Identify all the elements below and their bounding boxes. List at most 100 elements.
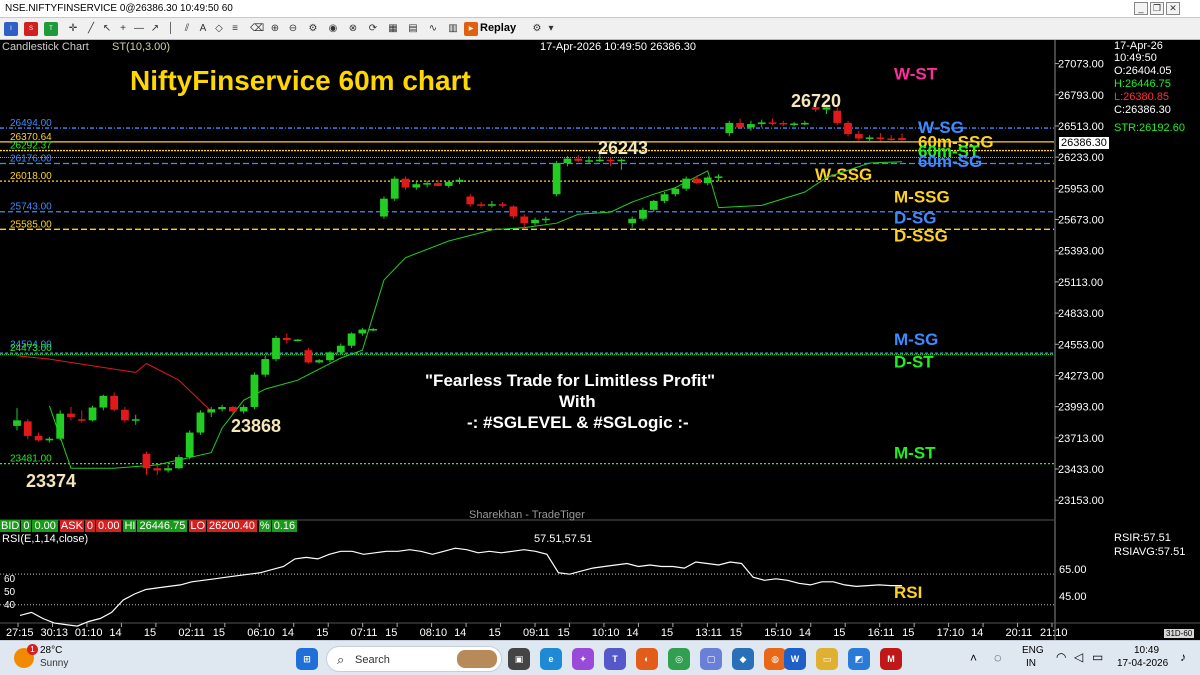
copilot-icon[interactable]: ✦ [572, 648, 594, 670]
level-label-d-ssg: D-SSG [894, 226, 948, 245]
app-icon-4[interactable]: ◩ [848, 648, 870, 670]
tray-app-icon[interactable]: ◌ [994, 650, 1002, 665]
x-tick-label: 15 [385, 627, 397, 639]
weather-badge: 1 [27, 644, 38, 655]
candle-body [293, 339, 302, 342]
line-tool-icon[interactable]: ╱ [84, 22, 98, 36]
ray-icon[interactable]: ↗ [148, 22, 162, 36]
candle-body [99, 395, 108, 408]
candle-body [649, 200, 658, 210]
lang-region[interactable]: IN [1026, 658, 1036, 669]
chrome-icon[interactable]: ◎ [668, 648, 690, 670]
chart-area[interactable]: 27073.00 26793.00 26513.00 26233.00 25953.00… [0, 40, 1200, 640]
fib-icon[interactable]: ≡ [228, 22, 242, 36]
y-tick-label: 25673.00 [1058, 215, 1104, 227]
candle-body [228, 406, 237, 412]
rsi-annotation: RSI [894, 583, 923, 602]
clock-date[interactable]: 17-04-2026 [1117, 658, 1168, 669]
app-icon-1[interactable]: ▢ [700, 648, 722, 670]
shape-icon[interactable]: ◇ [212, 22, 226, 36]
notification-bell-icon[interactable]: ♪ [1180, 650, 1186, 664]
last-price-tag: 26386.30 [1059, 137, 1109, 149]
minimize-icon[interactable]: _ [1134, 2, 1148, 15]
x-tick-label: 02:11 [178, 627, 205, 639]
bid-ask-strip: BID 0 0.00 ASK 0 0.00 HI 26446.75 LO 26200.40% 0.1… [0, 520, 298, 533]
level-label-m-st: M-ST [894, 444, 936, 463]
weather-desc: Sunny [40, 658, 69, 669]
candle-body [498, 204, 507, 206]
intraday-icon[interactable]: I [4, 22, 18, 36]
lock-icon[interactable]: ⊗ [346, 22, 360, 36]
level-label-60m-sg: 60m-SG [918, 152, 982, 171]
task-view-icon[interactable]: ▣ [508, 648, 530, 670]
ohlc-close: C:26386.30 [1114, 104, 1171, 116]
close-icon[interactable]: ✕ [1166, 2, 1180, 15]
word-icon[interactable]: W [784, 648, 806, 670]
gear-icon[interactable]: ⚙ [530, 22, 544, 36]
search-box[interactable]: ⌕ Search [326, 646, 502, 672]
pct-label: % [258, 520, 271, 532]
tagline-2: With [559, 392, 596, 411]
x-tick-label: 15 [833, 627, 845, 639]
eraser-icon[interactable]: ⌫ [250, 22, 264, 36]
candle-body [865, 137, 874, 139]
y-tick-label: 25113.00 [1058, 277, 1103, 289]
chart-canvas[interactable]: 27073.00 26793.00 26513.00 26233.00 25953.00… [0, 40, 1200, 640]
tray-chevron-icon[interactable]: ˄ [970, 651, 977, 665]
start-button[interactable]: ⊞ [296, 648, 318, 670]
y-tick-label: 23153.00 [1058, 495, 1104, 507]
level-price-label: 26292.37 [10, 141, 52, 152]
candle-body [671, 188, 680, 195]
hline-icon[interactable]: — [132, 22, 146, 36]
candle-body [380, 198, 388, 217]
restore-icon[interactable]: ❐ [1150, 2, 1164, 15]
wifi-icon[interactable]: ◠ [1056, 650, 1066, 664]
vline-icon[interactable]: │ [164, 22, 178, 36]
candle-body [164, 468, 172, 471]
battery-icon[interactable]: ▭ [1092, 650, 1103, 664]
app-icon-2[interactable]: ◆ [732, 648, 754, 670]
chart-line-icon[interactable]: ∿ [426, 22, 440, 36]
crosshair-icon[interactable]: ✛ [66, 22, 80, 36]
text-tool-icon[interactable]: A [196, 22, 210, 36]
chart-title: NiftyFinservice 60m chart [130, 65, 471, 96]
bid-label: BID [0, 520, 21, 532]
ask-label: ASK [59, 520, 84, 532]
bar-chart-icon[interactable]: ▥ [446, 22, 460, 36]
table-icon[interactable]: ▤ [406, 22, 420, 36]
app-icon-3[interactable]: ◍ [764, 648, 786, 670]
firefox-icon[interactable]: ◐ [636, 648, 658, 670]
replay-button[interactable]: Replay [480, 22, 516, 34]
edge-icon[interactable]: e [540, 648, 562, 670]
rsi-left-tick-50: 50 [4, 587, 16, 598]
cross-tool-icon[interactable]: + [116, 22, 130, 36]
grid-icon[interactable]: ▦ [386, 22, 400, 36]
dropdown-icon[interactable]: ▾ [544, 22, 558, 36]
candle-body [531, 219, 539, 224]
candle-body [304, 350, 313, 363]
zoom-in-icon[interactable]: ⊕ [268, 22, 282, 36]
channel-icon[interactable]: ⫽ [180, 22, 194, 36]
replay-icon[interactable]: ▶ [464, 22, 478, 36]
lang-label[interactable]: ENG [1022, 645, 1044, 656]
file-explorer-icon[interactable]: ▭ [816, 648, 838, 670]
settings-icon[interactable]: ⚙ [306, 22, 320, 36]
clock-time[interactable]: 10:49 [1134, 645, 1159, 656]
y-tick-label: 24273.00 [1058, 370, 1104, 382]
pointer-icon[interactable]: ↖ [100, 22, 114, 36]
rsi-rsiavg: RSIAVG:57.51 [1114, 546, 1186, 558]
tgt-icon[interactable]: T [44, 22, 58, 36]
magnet-icon[interactable]: ◉ [326, 22, 340, 36]
teams-icon[interactable]: T [604, 648, 626, 670]
mcafee-icon[interactable]: M [880, 648, 902, 670]
refresh-icon[interactable]: ⟳ [366, 22, 380, 36]
stop-icon[interactable]: S [24, 22, 38, 36]
ohlc-high: H:26446.75 [1114, 78, 1171, 90]
zoom-out-icon[interactable]: ⊖ [286, 22, 300, 36]
ask-price: 0.00 [96, 520, 122, 532]
candle-body [434, 183, 442, 186]
candle-body [876, 137, 885, 139]
volume-icon[interactable]: ◁ [1074, 650, 1083, 664]
candle-body [207, 409, 216, 413]
candle-body [23, 421, 32, 436]
